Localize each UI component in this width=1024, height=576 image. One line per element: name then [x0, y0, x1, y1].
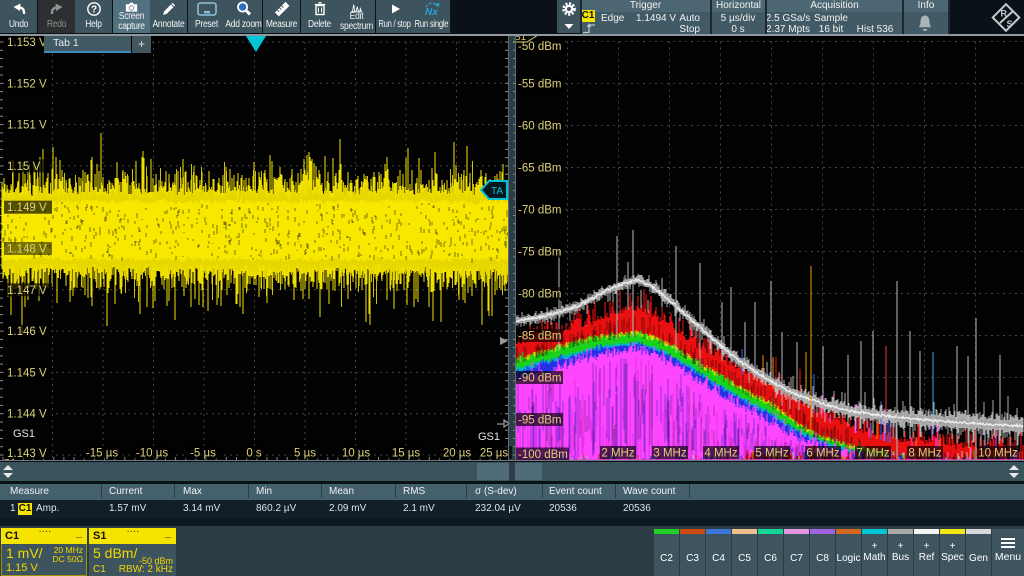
svg-text:10 MHz: 10 MHz [978, 448, 1018, 460]
svg-text:5 MHz: 5 MHz [755, 448, 788, 460]
svg-text:15 µs: 15 µs [392, 448, 421, 460]
svg-text:-15 µs: -15 µs [86, 448, 118, 460]
svg-text:-100 dBm: -100 dBm [518, 449, 568, 461]
svg-text:-60 dBm: -60 dBm [518, 121, 561, 133]
svg-text:-95 dBm: -95 dBm [518, 415, 561, 427]
svg-text:1.144 V: 1.144 V [7, 409, 47, 421]
svg-text:TA: TA [491, 186, 503, 197]
svg-text:3 MHz: 3 MHz [653, 448, 686, 460]
svg-text:GS1: GS1 [478, 431, 500, 443]
svg-text:1.151 V: 1.151 V [7, 120, 47, 132]
svg-text:S: S [1007, 19, 1013, 29]
svg-text:6 MHz: 6 MHz [806, 448, 839, 460]
svg-text:10 µs: 10 µs [342, 448, 371, 460]
svg-text:-80 dBm: -80 dBm [518, 289, 561, 301]
svg-text:-75 dBm: -75 dBm [518, 247, 561, 259]
svg-text:1.146 V: 1.146 V [7, 326, 47, 338]
svg-text:25 µs: 25 µs [480, 448, 509, 460]
svg-text:1.15 V: 1.15 V [7, 161, 41, 173]
svg-text:1.153 V: 1.153 V [7, 37, 47, 49]
svg-text:7 MHz: 7 MHz [856, 448, 889, 460]
svg-text:1.147 V: 1.147 V [7, 285, 47, 297]
svg-text:2 MHz: 2 MHz [601, 448, 634, 460]
svg-text:20 µs: 20 µs [443, 448, 472, 460]
svg-text:Nx: Nx [425, 7, 438, 17]
svg-text:-85 dBm: -85 dBm [518, 331, 561, 343]
svg-text:-55 dBm: -55 dBm [518, 79, 561, 91]
svg-text:1.148 V: 1.148 V [7, 244, 47, 256]
svg-text:1.152 V: 1.152 V [7, 78, 47, 90]
svg-text:-90 dBm: -90 dBm [518, 373, 561, 385]
svg-text:1.149 V: 1.149 V [7, 202, 47, 214]
svg-text:-70 dBm: -70 dBm [518, 205, 561, 217]
svg-text:0 s: 0 s [246, 448, 262, 460]
svg-text:-10 µs: -10 µs [136, 448, 168, 460]
svg-text:R: R [1001, 9, 1008, 19]
svg-text:-65 dBm: -65 dBm [518, 163, 561, 175]
svg-text:1.145 V: 1.145 V [7, 367, 47, 379]
svg-text:8 MHz: 8 MHz [908, 448, 941, 460]
svg-text:GS1: GS1 [13, 428, 35, 440]
svg-text:5 µs: 5 µs [294, 448, 316, 460]
svg-text:4 MHz: 4 MHz [704, 448, 737, 460]
svg-text:?: ? [90, 5, 96, 16]
svg-text:-5 µs: -5 µs [190, 448, 216, 460]
